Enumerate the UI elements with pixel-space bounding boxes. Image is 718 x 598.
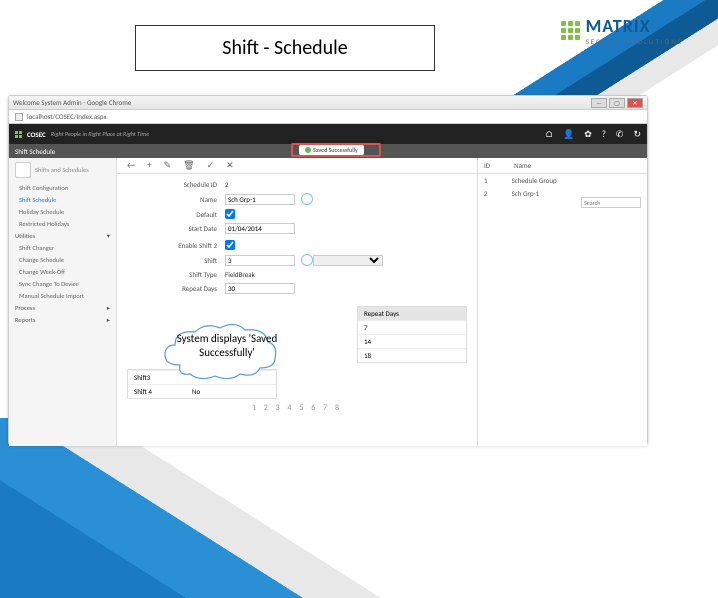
sidebar-item-change-weekoff[interactable]: Change Week-Off xyxy=(9,266,116,278)
chevron-right-icon: ▸ xyxy=(107,304,110,312)
clipboard-icon xyxy=(15,162,31,178)
default-checkbox[interactable] xyxy=(225,209,235,219)
shift-input[interactable] xyxy=(225,255,295,266)
help-icon[interactable]: ? xyxy=(602,129,606,140)
phone-icon[interactable]: ✆ xyxy=(616,129,624,140)
label-shift: Shift xyxy=(127,256,217,265)
page-title: Shift Schedule xyxy=(15,147,55,156)
label-repeat: Repeat Days xyxy=(127,284,217,293)
success-icon xyxy=(305,147,311,153)
sidebar-item-shift-schedule[interactable]: Shift Schedule xyxy=(9,194,116,206)
delete-button[interactable]: 🗑 xyxy=(183,160,194,171)
add-button[interactable]: + xyxy=(147,160,151,171)
app-tagline: Right People in Right Place at Right Tim… xyxy=(51,130,149,138)
pager[interactable]: 1 2 3 4 5 6 7 8 xyxy=(127,399,467,417)
window-title: Welcome System Admin - Google Chrome xyxy=(13,98,131,107)
matrix-logo: MATRIX SECURITY SOLUTIONS xyxy=(561,15,683,46)
chevron-down-icon: ▾ xyxy=(107,232,110,240)
browser-window: Welcome System Admin - Google Chrome — ▢… xyxy=(8,95,648,445)
label-enable-shift2: Enable Shift 2 xyxy=(127,241,217,250)
toolbar: ← + ✎ 🗑 ✓ ✕ xyxy=(117,158,477,174)
sidebar-item-shift-config[interactable]: Shift Configuration xyxy=(9,182,116,194)
table-row: Shift 4No xyxy=(128,384,276,398)
value-shift-type: FieldBreak xyxy=(225,270,255,279)
saved-text: Saved Successfully xyxy=(313,146,358,154)
sidebar-item-shift-changer[interactable]: Shift Changer xyxy=(9,242,116,254)
sidebar-item-restricted-holidays[interactable]: Restricted Holidays xyxy=(9,218,116,230)
url-text: localhost/COSEC/Index.aspx xyxy=(27,112,107,121)
repeat-days-table: Repeat Days 7 14 18 xyxy=(357,306,467,363)
form: Schedule ID 2 Name Default Start Date Ena… xyxy=(117,174,477,423)
app-header: COSEC Right People in Right Place at Rig… xyxy=(9,124,647,144)
sidebar-section-utilities[interactable]: Utilities▾ xyxy=(9,230,116,242)
sidebar: Shifts and Schedules Shift Configuration… xyxy=(9,158,117,446)
table-row: 14 xyxy=(358,334,466,348)
shift-select[interactable] xyxy=(313,255,383,266)
save-button[interactable]: ✓ xyxy=(207,160,215,171)
label-schedule-id: Schedule ID xyxy=(127,180,217,189)
close-button[interactable]: ✕ xyxy=(627,98,643,108)
saved-toast: Saved Successfully xyxy=(299,145,364,155)
table-row: 7 xyxy=(358,320,466,334)
app-brand: COSEC xyxy=(27,130,46,139)
maximize-button[interactable]: ▢ xyxy=(609,98,625,108)
sidebar-group-header: Shifts and Schedules xyxy=(9,158,116,182)
slide-title: Shift - Schedule xyxy=(135,25,435,71)
logo-subtitle: SECURITY SOLUTIONS xyxy=(586,37,683,46)
address-bar[interactable]: localhost/COSEC/Index.aspx xyxy=(9,110,647,124)
back-button[interactable]: ← xyxy=(127,160,135,171)
annotation-circle xyxy=(301,254,313,266)
logo-brand: MATRIX xyxy=(586,15,683,37)
callout-text: System displays 'Saved Successfully' xyxy=(174,332,280,360)
main-panel: ← + ✎ 🗑 ✓ ✕ Schedule ID 2 Name Default St… xyxy=(117,158,477,446)
search-input[interactable] xyxy=(581,197,641,208)
gear-icon[interactable]: ✿ xyxy=(584,129,592,140)
sub-header: Shift Schedule Saved Successfully xyxy=(9,144,647,158)
user-icon[interactable]: 👤 xyxy=(563,129,574,140)
label-name: Name xyxy=(127,195,217,204)
list-item[interactable]: 1Schedule Group xyxy=(478,174,647,187)
page-icon xyxy=(15,113,23,121)
sidebar-item-manual-import[interactable]: Manual Schedule Import xyxy=(9,290,116,302)
table-row: 18 xyxy=(358,348,466,362)
col-id: ID xyxy=(484,161,490,170)
window-titlebar: Welcome System Admin - Google Chrome — ▢… xyxy=(9,96,647,110)
annotation-callout: System displays 'Saved Successfully' xyxy=(160,320,280,385)
refresh-icon[interactable]: ↻ xyxy=(633,129,641,140)
value-schedule-id: 2 xyxy=(225,180,229,189)
col-name: Name xyxy=(514,161,531,170)
cancel-button[interactable]: ✕ xyxy=(226,160,234,171)
sidebar-item-holiday-schedule[interactable]: Holiday Schedule xyxy=(9,206,116,218)
home-icon[interactable]: ⌂ xyxy=(545,129,553,140)
window-controls: — ▢ ✕ xyxy=(591,98,643,108)
sidebar-item-sync-device[interactable]: Sync Change To Device xyxy=(9,278,116,290)
chevron-right-icon: ▸ xyxy=(107,316,110,324)
label-default: Default xyxy=(127,210,217,219)
label-shift-type: Shift Type xyxy=(127,270,217,279)
label-start-date: Start Date xyxy=(127,224,217,233)
sidebar-section-process[interactable]: Process▸ xyxy=(9,302,116,314)
start-date-input[interactable] xyxy=(225,223,295,234)
minimize-button[interactable]: — xyxy=(591,98,607,108)
name-input[interactable] xyxy=(225,194,295,205)
annotation-circle xyxy=(301,193,313,205)
enable-shift2-checkbox[interactable] xyxy=(225,240,235,250)
edit-button[interactable]: ✎ xyxy=(164,160,172,171)
sidebar-section-reports[interactable]: Reports▸ xyxy=(9,314,116,326)
sidebar-item-change-schedule[interactable]: Change Schedule xyxy=(9,254,116,266)
repeat-input[interactable] xyxy=(225,283,295,294)
